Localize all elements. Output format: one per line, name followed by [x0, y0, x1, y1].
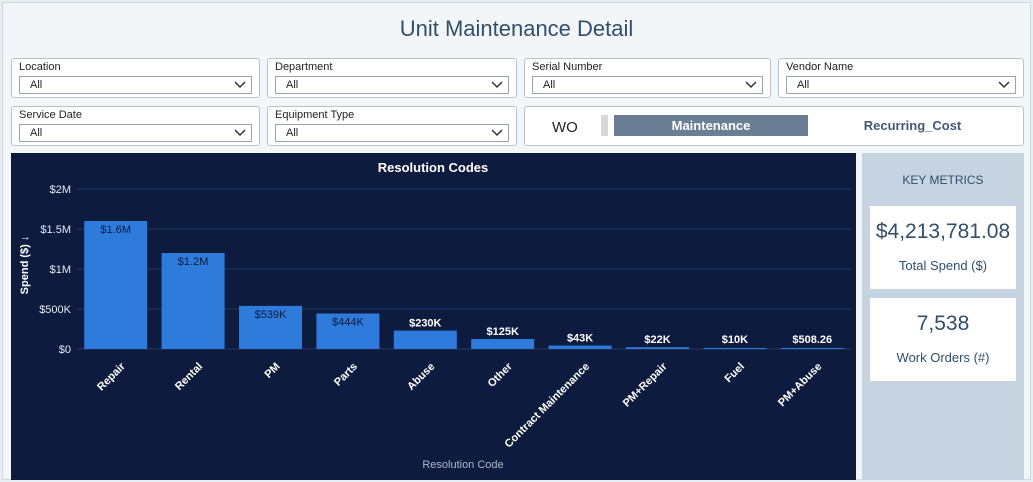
x-tick-label: Rental: [173, 361, 205, 393]
chevron-down-icon: [491, 81, 503, 89]
data-label: $539K: [255, 309, 287, 321]
x-tick-label: Abuse: [405, 361, 437, 393]
key-metrics-heading: KEY METRICS: [902, 173, 984, 187]
bar: [548, 345, 612, 349]
location-value: All: [30, 79, 43, 91]
x-axis-label: Resolution Code: [422, 459, 503, 471]
department-dropdown[interactable]: All: [275, 76, 509, 94]
service-date-slicer[interactable]: Service Date All: [11, 106, 260, 146]
x-tick-label: Parts: [332, 361, 360, 389]
bar: [780, 348, 844, 349]
y-tick-label: $2M: [50, 184, 71, 196]
y-tick-label: $1M: [50, 264, 71, 276]
department-label: Department: [275, 61, 333, 73]
bar: [703, 348, 767, 349]
bar: [471, 339, 535, 349]
equipment-type-label: Equipment Type: [275, 109, 355, 121]
serial-number-label: Serial Number: [532, 61, 603, 73]
x-tick-label: PM+Abuse: [776, 361, 824, 409]
vendor-name-slicer[interactable]: Vendor Name All: [778, 58, 1024, 98]
key-metrics-panel: KEY METRICS $4,213,781.08 Total Spend ($…: [862, 153, 1024, 480]
location-slicer[interactable]: Location All: [11, 58, 260, 98]
vendor-name-dropdown[interactable]: All: [786, 76, 1016, 94]
x-tick-label: Fuel: [723, 361, 747, 385]
data-label: $43K: [567, 333, 593, 345]
data-label: $444K: [332, 316, 364, 328]
bar: [626, 347, 689, 349]
data-label: $125K: [486, 326, 518, 338]
wo-option[interactable]: WO: [552, 119, 578, 136]
data-label: $1.2M: [178, 256, 209, 268]
chevron-down-icon: [491, 129, 503, 137]
work-orders-label: Work Orders (#): [896, 350, 990, 365]
chart-title: Resolution Codes: [378, 160, 489, 175]
x-tick-label: PM+Repair: [621, 360, 670, 409]
bar: [393, 330, 457, 349]
data-label: $230K: [409, 318, 441, 330]
y-tick-label: $500K: [39, 304, 71, 316]
x-tick-label: Repair: [95, 360, 128, 393]
chevron-down-icon: [234, 129, 246, 137]
total-spend-label: Total Spend ($): [898, 258, 988, 273]
chevron-down-icon: [745, 81, 757, 89]
department-value: All: [286, 79, 299, 91]
x-tick-label: Other: [486, 360, 516, 390]
department-slicer[interactable]: Department All: [267, 58, 517, 98]
y-tick-label: $0: [59, 344, 71, 356]
equipment-type-dropdown[interactable]: All: [275, 124, 509, 142]
chart-svg: Resolution Codes $0 $500K $1M $1.5M $2M Spend …: [19, 160, 851, 471]
measure-toggle: WO Maintenance Recurring_Cost: [524, 106, 1024, 146]
maintenance-option[interactable]: Maintenance: [614, 115, 808, 136]
bar: [84, 221, 148, 349]
x-tick-label: Contract Maintenance: [502, 361, 592, 451]
data-label: $508.26: [792, 334, 832, 346]
data-label: $1.6M: [100, 224, 131, 236]
equipment-type-slicer[interactable]: Equipment Type All: [267, 106, 517, 146]
total-spend-value: $4,213,781.08: [875, 220, 1011, 243]
toggle-separator: [601, 115, 608, 136]
y-axis-label: Spend ($) ↓: [19, 236, 31, 295]
serial-number-slicer[interactable]: Serial Number All: [524, 58, 771, 98]
vendor-name-label: Vendor Name: [786, 61, 854, 73]
x-tick-label: PM: [262, 361, 282, 381]
chevron-down-icon: [234, 81, 246, 89]
work-orders-value: 7,538: [916, 312, 970, 335]
location-label: Location: [19, 61, 61, 73]
data-label: $22K: [644, 334, 670, 346]
serial-number-value: All: [543, 79, 556, 91]
total-spend-card: $4,213,781.08 Total Spend ($): [870, 206, 1016, 289]
page-title: Unit Maintenance Detail: [399, 16, 634, 41]
service-date-dropdown[interactable]: All: [19, 124, 252, 142]
chevron-down-icon: [998, 81, 1010, 89]
equipment-type-value: All: [286, 127, 299, 139]
service-date-value: All: [30, 127, 43, 139]
recurring-cost-option[interactable]: Recurring_Cost: [825, 115, 1000, 136]
service-date-label: Service Date: [19, 109, 82, 121]
work-orders-card: 7,538 Work Orders (#): [870, 298, 1016, 381]
location-dropdown[interactable]: All: [19, 76, 252, 94]
resolution-codes-chart: Resolution Codes $0 $500K $1M $1.5M $2M Spend …: [11, 153, 856, 480]
data-label: $10K: [722, 334, 748, 346]
y-tick-label: $1.5M: [40, 224, 71, 236]
serial-number-dropdown[interactable]: All: [532, 76, 763, 94]
vendor-name-value: All: [797, 79, 810, 91]
